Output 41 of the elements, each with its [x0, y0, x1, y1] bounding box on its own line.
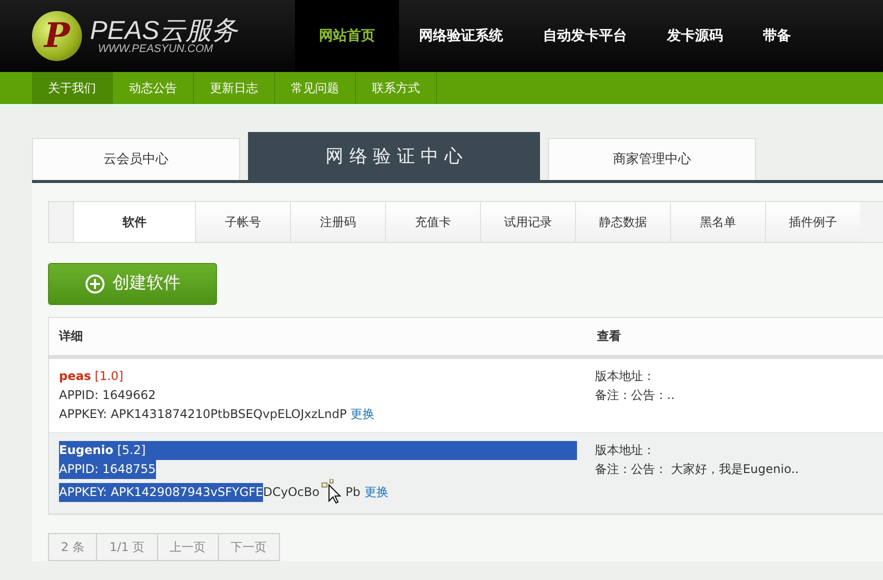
version-url-label: 版本地址： — [595, 369, 655, 383]
app-name: peas — [59, 369, 91, 383]
tab[interactable]: 插件例子 — [765, 202, 860, 242]
nav-link[interactable]: 网站首页 — [295, 0, 399, 72]
page-count-text: 1/1 页 — [96, 533, 157, 561]
app-key: DCyOcBo — [263, 482, 320, 502]
note-text: 备注：公告：.. — [595, 388, 675, 402]
app-key: APPKEY: APK1431874210PtbBSEQvpELOJxzLndP — [59, 405, 347, 424]
tab[interactable]: 试用记录 — [480, 202, 575, 242]
tab[interactable]: 黑名单 — [670, 202, 765, 242]
tab[interactable]: 注册码 — [290, 202, 385, 242]
column-header: 详细 — [59, 329, 83, 343]
nav-link[interactable]: 网络验证系统 — [399, 0, 523, 72]
tab[interactable]: 静态数据 — [575, 202, 670, 242]
tab[interactable]: 充值卡 — [385, 202, 480, 242]
logo-title: PEAS云服务 — [90, 17, 238, 43]
nav-link[interactable]: 带备 — [743, 0, 811, 72]
change-link[interactable]: 更换 — [350, 405, 375, 424]
tab[interactable]: 子帐号 — [195, 202, 290, 242]
version-url-label: 版本地址： — [595, 443, 655, 457]
tab[interactable]: 软件 — [73, 202, 195, 242]
note-text: 备注：公告： 大家好，我是Eugenio.. — [595, 462, 799, 476]
page-count-text: 2 条 — [48, 533, 96, 561]
app-version: [1.0] — [94, 369, 124, 383]
app-id: APPID: 1649662 — [59, 388, 156, 402]
logo-icon: P — [32, 11, 82, 61]
app-key: APPKEY: APK1429087943vSFYGFE — [59, 482, 264, 502]
nav-link[interactable]: 发卡源码 — [647, 0, 743, 72]
change-link[interactable]: 更换 — [364, 482, 388, 502]
logo-url: WWW.PEASYUN.COM — [98, 43, 214, 55]
app-id: APPID: 1648755 — [59, 462, 156, 476]
center-tab[interactable]: 网 络 验 证 中 心 — [248, 132, 540, 180]
column-header: 查看 — [597, 329, 621, 343]
app-key: Pb — [345, 482, 360, 502]
app-name: Eugenio — [59, 443, 114, 457]
center-tab[interactable]: 商家管理中心 — [548, 138, 756, 180]
nav-link[interactable]: 自动发卡平台 — [523, 0, 647, 72]
subnav-link[interactable]: 关于我们 — [32, 72, 113, 104]
plus-circle-icon — [84, 274, 104, 294]
app-version: [5.2] — [117, 443, 146, 457]
center-tab[interactable]: 云会员中心 — [32, 138, 240, 180]
